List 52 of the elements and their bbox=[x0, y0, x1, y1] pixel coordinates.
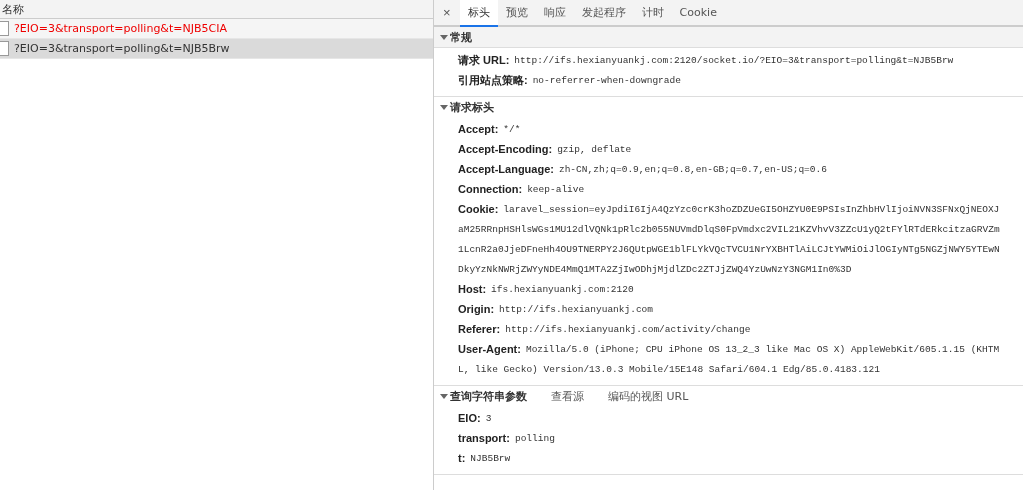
request-icon bbox=[0, 21, 9, 36]
request-row[interactable]: ?EIO=3&transport=polling&t=NJB5CIA bbox=[0, 19, 433, 39]
column-header-label: 名称 bbox=[2, 1, 24, 17]
header-value: L, like Gecko) Version/13.0.3 Mobile/15E148 Safari/604.1 Edg/85.0.4183.121 bbox=[458, 363, 880, 375]
header-value: 3 bbox=[485, 412, 492, 424]
header-name: 引用站点策略: bbox=[458, 72, 528, 88]
tab[interactable]: 计时 bbox=[633, 0, 672, 27]
header-value: no-referrer-when-downgrade bbox=[532, 74, 681, 86]
tab[interactable]: 发起程序 bbox=[573, 0, 634, 27]
tab[interactable]: 标头 bbox=[459, 0, 498, 27]
header-value: http://ifs.hexianyuankj.com/activity/change bbox=[505, 323, 751, 335]
header-value: polling bbox=[514, 432, 555, 444]
header-name: Referer: bbox=[458, 323, 501, 335]
header-name: EIO: bbox=[458, 412, 481, 424]
header-value: DkyYzNkNWRjZWYyNDE4MmQ1MTA2ZjIwODhjMjdlZDc2ZTJjZWQ4YzUwNzY3NGM1In0%3D bbox=[458, 263, 852, 275]
header-name: Host: bbox=[458, 283, 487, 295]
section-title: 查询字符串参数 bbox=[450, 388, 527, 404]
tab[interactable]: 预览 bbox=[497, 0, 536, 27]
request-icon bbox=[0, 41, 9, 56]
header-value: */* bbox=[503, 123, 521, 135]
header-name: User-Agent: bbox=[458, 343, 521, 355]
header-name: 请求 URL: bbox=[458, 52, 510, 68]
header-name: Connection: bbox=[458, 183, 523, 195]
header-name: Accept: bbox=[458, 123, 499, 135]
view-toggle[interactable]: 查看源 bbox=[551, 388, 584, 404]
triangle-icon[interactable] bbox=[440, 103, 448, 111]
header-name: Accept-Encoding: bbox=[458, 143, 553, 155]
header-name: Origin: bbox=[458, 303, 495, 315]
header-value: 1LcnR2a0JjeDFneHh4OU9TNERPY2J6QUtpWGE1blFLYkVQcTVCU1NrYXBHTlAiLCJtYWMiOiJlOGIyNTg5NGZjNWY5YTEwN bbox=[458, 243, 1000, 255]
request-row[interactable]: ?EIO=3&transport=polling&t=NJB5Brw bbox=[0, 39, 433, 59]
section-title: 请求标头 bbox=[450, 99, 494, 115]
header-value: aM25RRnpHSHlsWGs1MU12dlVQNk1pRlc2b055NUVmdDlqS0FpVmdxc2VIL21KZVhvV3ZZcU1yQ2tFYlRTdERkcitzaGRVZm bbox=[458, 223, 1000, 235]
close-button[interactable]: × bbox=[434, 0, 460, 25]
header-value: http://ifs.hexianyuankj.com:2120/socket.io/?EIO=3&transport=polling&t=NJB5Brw bbox=[514, 54, 954, 66]
tab[interactable]: Cookie bbox=[671, 0, 725, 27]
header-value: keep-alive bbox=[527, 183, 585, 195]
header-name: transport: bbox=[458, 432, 510, 444]
header-value: zh-CN,zh;q=0.9,en;q=0.8,en-GB;q=0.7,en-US;q=0.6 bbox=[558, 163, 827, 175]
header-value: gzip, deflate bbox=[557, 143, 632, 155]
header-value: laravel_session=eyJpdiI6IjA4QzYzc0crK3hoZDZUeGI5OHZYU0E9PSIsInZhbHVlIjoiNVN3SFNxQjNEOXJ bbox=[503, 203, 1000, 215]
header-value: Mozilla/5.0 (iPhone; CPU iPhone OS 13_2_3 like Mac OS X) AppleWebKit/605.1.15 (KHTM bbox=[525, 343, 1000, 355]
header-name: Accept-Language: bbox=[458, 163, 554, 175]
header-name: t: bbox=[458, 452, 466, 464]
tab[interactable]: 响应 bbox=[535, 0, 574, 27]
header-name: Cookie: bbox=[458, 203, 499, 215]
triangle-icon[interactable] bbox=[440, 392, 448, 400]
header-value: http://ifs.hexianyuankj.com bbox=[499, 303, 653, 315]
header-value: NJB5Brw bbox=[470, 452, 511, 464]
section-title: 常规 bbox=[450, 29, 472, 45]
view-toggle[interactable]: 编码的视图 URL bbox=[608, 388, 689, 404]
triangle-icon[interactable] bbox=[440, 33, 448, 41]
header-value: ifs.hexianyuankj.com:2120 bbox=[491, 283, 634, 295]
